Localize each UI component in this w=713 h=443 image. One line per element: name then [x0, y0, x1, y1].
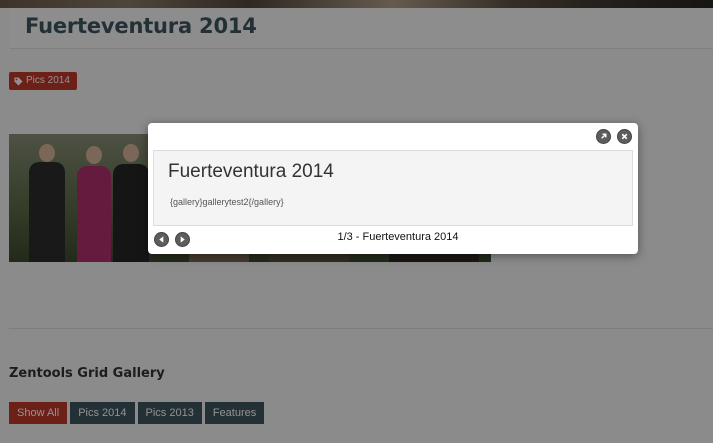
- lightbox-caption: 1/3 - Fuerteventura 2014: [337, 231, 459, 243]
- lightbox-body-text: {gallery}gallerytest2{/gallery}: [170, 197, 284, 207]
- close-button[interactable]: [617, 129, 632, 144]
- lightbox-content: Fuerteventura 2014 {gallery}gallerytest2…: [153, 150, 633, 226]
- close-icon: [620, 132, 629, 141]
- expand-button[interactable]: [596, 129, 611, 144]
- expand-icon: [599, 132, 608, 141]
- lightbox-title: Fuerteventura 2014: [168, 161, 334, 182]
- lightbox-modal: Fuerteventura 2014 {gallery}gallerytest2…: [148, 123, 638, 254]
